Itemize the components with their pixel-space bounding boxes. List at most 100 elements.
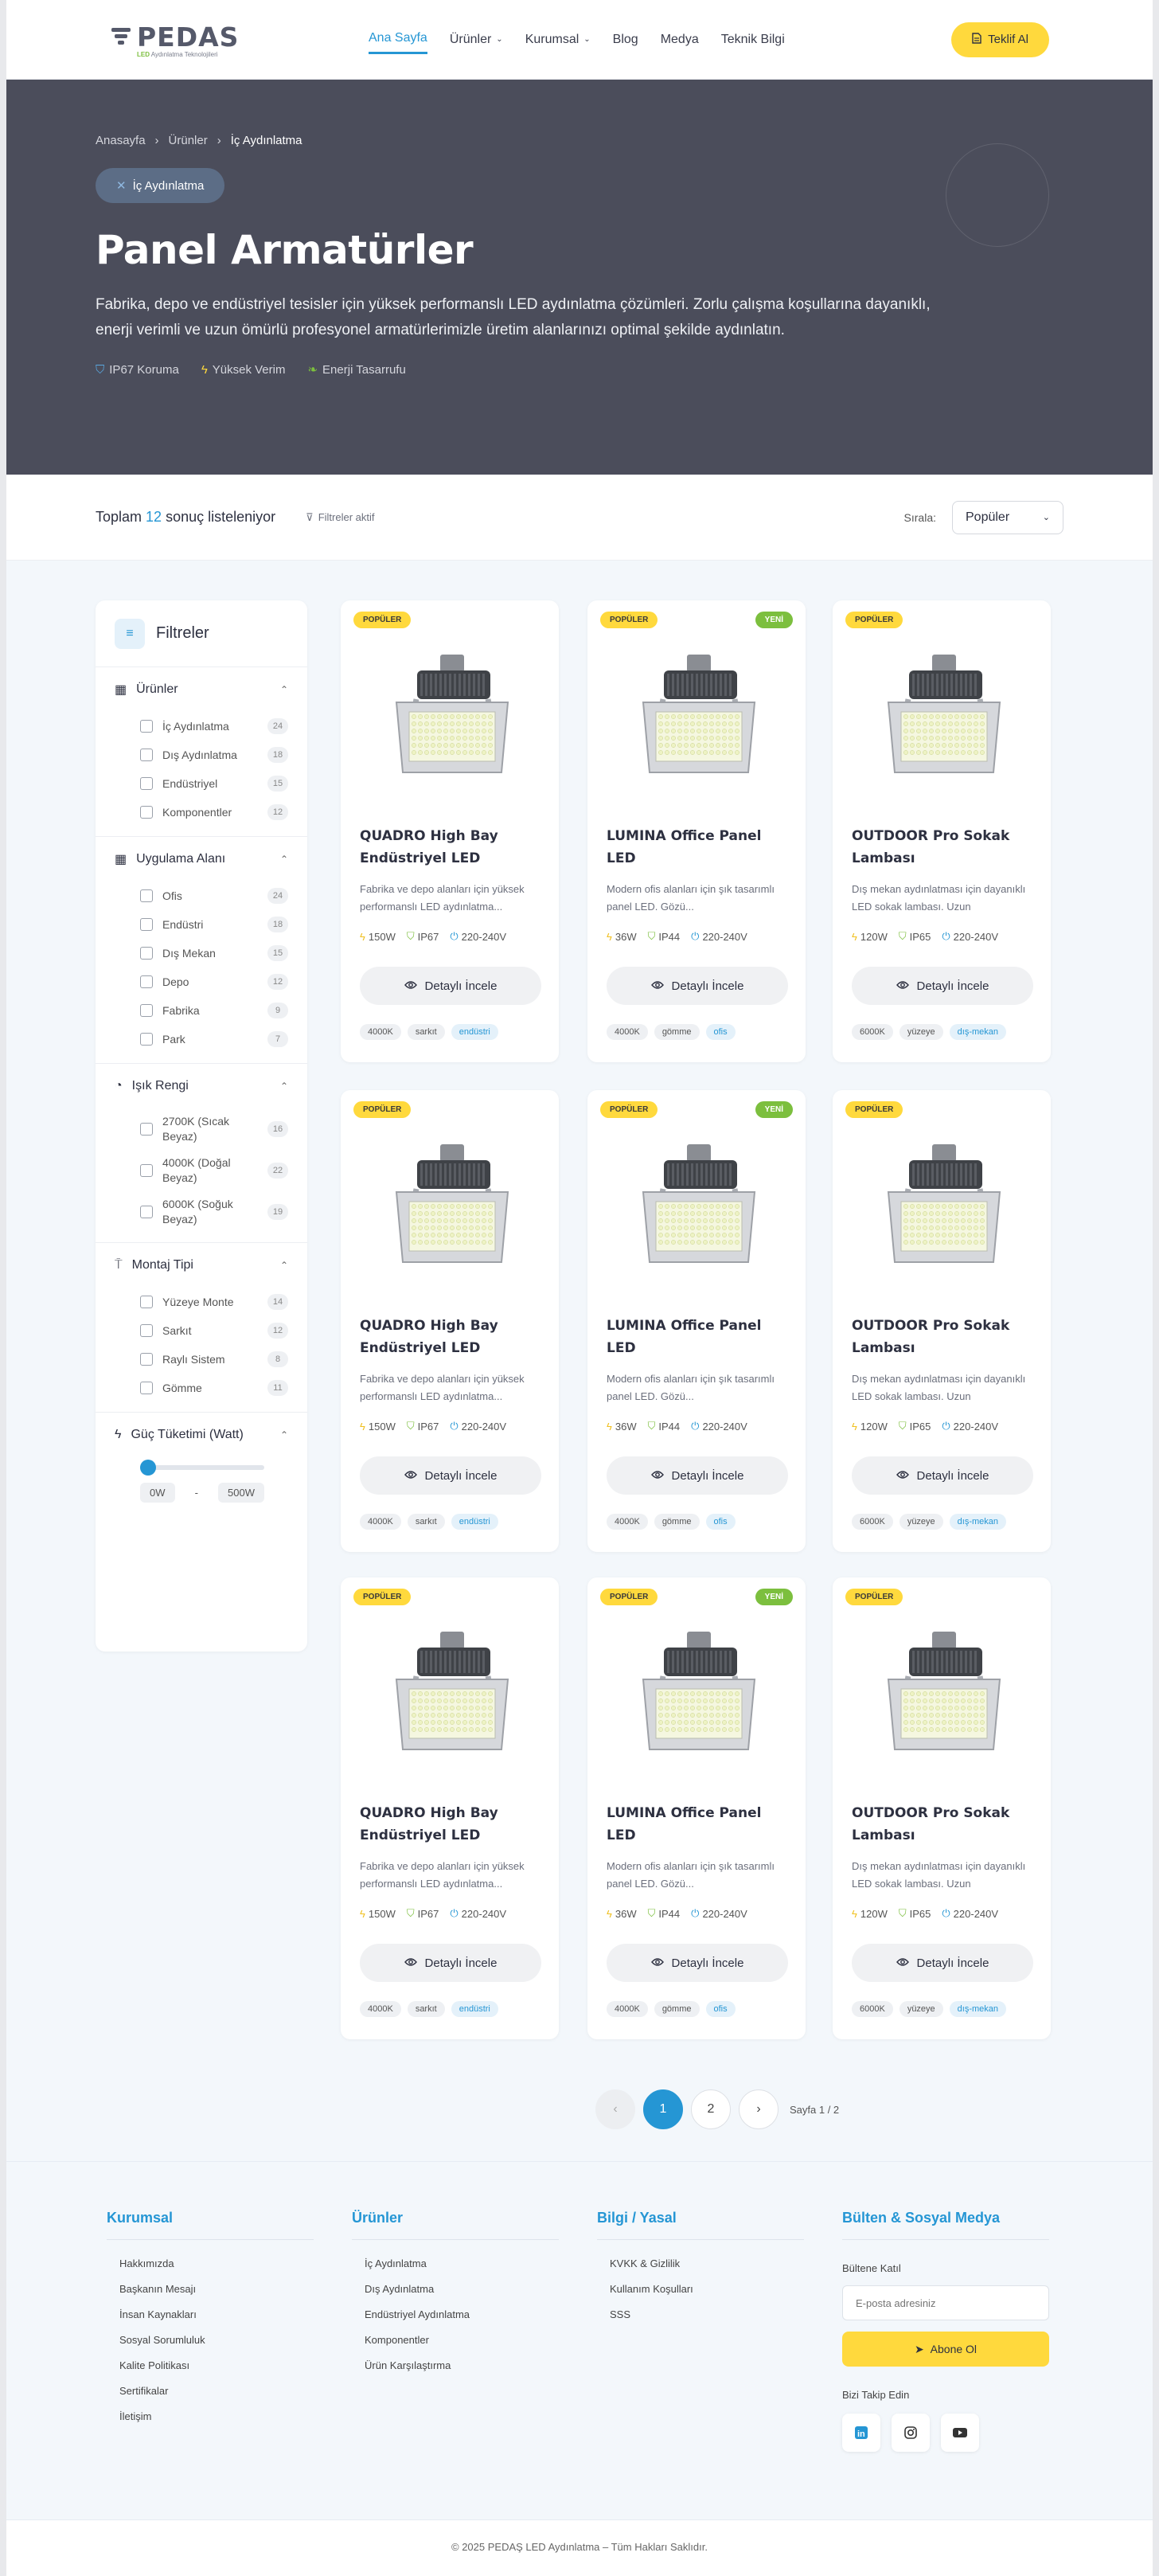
checkbox[interactable] (140, 1004, 153, 1017)
tag[interactable]: sarkıt (407, 2001, 445, 2017)
tag[interactable]: yüzeye (899, 2001, 943, 2017)
view-details-button[interactable]: Detaylı İncele (360, 1944, 541, 1982)
filter-group-head[interactable]: ⍑ Montaj Tipi ⌃ (115, 1243, 288, 1288)
breadcrumb-home[interactable]: Anasayfa (96, 134, 146, 147)
view-details-button[interactable]: Detaylı İncele (360, 967, 541, 1005)
product-title[interactable]: OUTDOOR Pro Sokak Lambası (852, 825, 1035, 870)
checkbox[interactable] (140, 947, 153, 960)
checkbox[interactable] (140, 1382, 153, 1394)
product-card[interactable]: POPÜLER QUADRO High Bay Endüstriyel LED Fa… (341, 1577, 559, 2039)
filter-option[interactable]: Yüzeye Monte 14 (115, 1288, 288, 1316)
filters-active-indicator[interactable]: ⊽ Filtreler aktif (306, 511, 374, 524)
filter-group-head[interactable]: ▦ Ürünler ⌃ (115, 667, 288, 712)
filter-option[interactable]: Endüstriyel 15 (115, 769, 288, 798)
product-image[interactable] (373, 1620, 532, 1764)
footer-link[interactable]: Sosyal Sorumluluk (119, 2334, 314, 2359)
filter-option[interactable]: Dış Aydınlatma 18 (115, 741, 288, 769)
filter-option[interactable]: İç Aydınlatma 24 (115, 712, 288, 741)
checkbox[interactable] (140, 1033, 153, 1046)
view-details-button[interactable]: Detaylı İncele (852, 1456, 1033, 1495)
footer-link[interactable]: Komponentler (365, 2334, 559, 2359)
checkbox[interactable] (140, 1164, 153, 1177)
nav-products[interactable]: Ürünler ⌄ (450, 25, 503, 54)
checkbox[interactable] (140, 889, 153, 902)
page-1-button[interactable]: 1 (643, 2089, 683, 2129)
tag[interactable]: dış-mekan (949, 2001, 1007, 2017)
footer-link[interactable]: Dış Aydınlatma (365, 2283, 559, 2308)
checkbox[interactable] (140, 1206, 153, 1218)
nav-home[interactable]: Ana Sayfa (369, 25, 427, 54)
product-image[interactable] (864, 1620, 1024, 1764)
product-title[interactable]: LUMINA Office Panel LED (607, 825, 790, 870)
tag[interactable]: 4000K (360, 1514, 401, 1530)
tag[interactable]: gömme (654, 2001, 700, 2017)
tag[interactable]: yüzeye (899, 1024, 943, 1040)
tag[interactable]: endüstri (451, 1514, 498, 1530)
product-image[interactable] (864, 1133, 1024, 1276)
product-title[interactable]: QUADRO High Bay Endüstriyel LED (360, 825, 543, 870)
product-title[interactable]: OUTDOOR Pro Sokak Lambası (852, 1802, 1035, 1847)
filter-option[interactable]: 6000K (Soğuk Beyaz) 19 (115, 1191, 288, 1233)
filter-option[interactable]: Depo 12 (115, 967, 288, 996)
footer-link[interactable]: Başkanın Mesajı (119, 2283, 314, 2308)
tag[interactable]: gömme (654, 1024, 700, 1040)
next-page-button[interactable]: › (739, 2089, 779, 2129)
product-title[interactable]: QUADRO High Bay Endüstriyel LED (360, 1315, 543, 1359)
sort-select[interactable]: Popüler ⌄ (952, 500, 1063, 534)
product-image[interactable] (619, 643, 779, 787)
prev-page-button[interactable]: ‹ (595, 2089, 635, 2129)
instagram-icon[interactable] (892, 2414, 930, 2452)
breadcrumb-products[interactable]: Ürünler (169, 134, 208, 147)
checkbox[interactable] (140, 918, 153, 931)
youtube-icon[interactable] (941, 2414, 979, 2452)
product-title[interactable]: QUADRO High Bay Endüstriyel LED (360, 1802, 543, 1847)
linkedin-icon[interactable]: in (842, 2414, 880, 2452)
logo[interactable]: PEDAS LED Aydınlatma Teknolojileri (110, 21, 269, 58)
tag[interactable]: 4000K (360, 2001, 401, 2017)
product-title[interactable]: LUMINA Office Panel LED (607, 1802, 790, 1847)
tag[interactable]: 4000K (607, 1514, 648, 1530)
nav-blog[interactable]: Blog (613, 25, 638, 54)
product-card[interactable]: POPÜLER YENİ LUMINA Office Panel LED Modern… (587, 1577, 806, 2039)
filter-option[interactable]: Gömme 11 (115, 1374, 288, 1402)
tag[interactable]: endüstri (451, 1024, 498, 1040)
checkbox[interactable] (140, 1123, 153, 1136)
view-details-button[interactable]: Detaylı İncele (607, 1944, 788, 1982)
view-details-button[interactable]: Detaylı İncele (852, 967, 1033, 1005)
product-image[interactable] (619, 1620, 779, 1764)
view-details-button[interactable]: Detaylı İncele (360, 1456, 541, 1495)
footer-link[interactable]: Kalite Politikası (119, 2359, 314, 2385)
product-title[interactable]: LUMINA Office Panel LED (607, 1315, 790, 1359)
tag[interactable]: yüzeye (899, 1514, 943, 1530)
tag[interactable]: ofis (705, 1024, 736, 1040)
tag[interactable]: ofis (705, 2001, 736, 2017)
product-image[interactable] (373, 643, 532, 787)
product-image[interactable] (864, 643, 1024, 787)
tag[interactable]: sarkıt (407, 1514, 445, 1530)
nav-media[interactable]: Medya (661, 25, 699, 54)
filter-group-head[interactable]: ϟ Güç Tüketimi (Watt) ⌃ (115, 1413, 288, 1457)
footer-link[interactable]: Endüstriyel Aydınlatma (365, 2308, 559, 2334)
footer-link[interactable]: Hakkımızda (119, 2257, 314, 2283)
checkbox[interactable] (140, 777, 153, 790)
view-details-button[interactable]: Detaylı İncele (607, 967, 788, 1005)
tag[interactable]: 4000K (607, 2001, 648, 2017)
filter-option[interactable]: 4000K (Doğal Beyaz) 22 (115, 1150, 288, 1191)
tag[interactable]: sarkıt (407, 1024, 445, 1040)
subscribe-button[interactable]: ➤ Abone Ol (842, 2332, 1049, 2367)
page-2-button[interactable]: 2 (691, 2089, 731, 2129)
footer-link[interactable]: İç Aydınlatma (365, 2257, 559, 2283)
tag[interactable]: gömme (654, 1514, 700, 1530)
view-details-button[interactable]: Detaylı İncele (852, 1944, 1033, 1982)
product-title[interactable]: OUTDOOR Pro Sokak Lambası (852, 1315, 1035, 1359)
nav-technical[interactable]: Teknik Bilgi (721, 25, 785, 54)
filter-group-head[interactable]: ▦ Uygulama Alanı ⌃ (115, 837, 288, 881)
product-card[interactable]: POPÜLER OUTDOOR Pro Sokak Lambası Dış meka… (833, 1090, 1051, 1552)
product-card[interactable]: POPÜLER OUTDOOR Pro Sokak Lambası Dış meka… (833, 1577, 1051, 2039)
product-image[interactable] (619, 1133, 779, 1276)
footer-link[interactable]: Sertifikalar (119, 2385, 314, 2410)
footer-link[interactable]: Ürün Karşılaştırma (365, 2359, 559, 2385)
tag[interactable]: 6000K (852, 2001, 893, 2017)
checkbox[interactable] (140, 720, 153, 733)
footer-link[interactable]: SSS (610, 2308, 804, 2334)
